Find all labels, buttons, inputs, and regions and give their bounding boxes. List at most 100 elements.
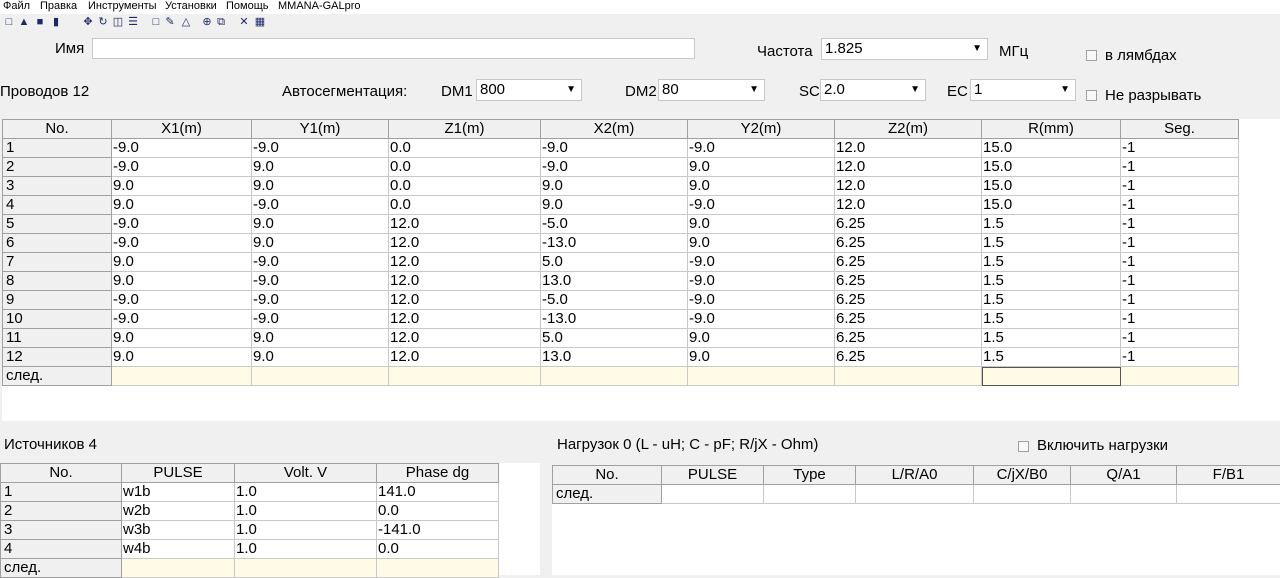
name-field[interactable] bbox=[92, 38, 695, 59]
row-number[interactable]: 10 bbox=[3, 310, 112, 329]
cell[interactable]: 12.0 bbox=[835, 158, 982, 177]
cell[interactable]: -1 bbox=[1121, 348, 1239, 367]
cell[interactable]: 5.0 bbox=[541, 329, 688, 348]
cell[interactable]: 141.0 bbox=[377, 483, 499, 502]
col-type[interactable]: Type bbox=[764, 466, 856, 485]
cell[interactable]: -9.0 bbox=[252, 291, 389, 310]
cell[interactable]: 6.25 bbox=[835, 272, 982, 291]
cell[interactable]: 1.0 bbox=[235, 483, 377, 502]
cell[interactable]: w2b bbox=[122, 502, 235, 521]
cell[interactable] bbox=[974, 485, 1071, 504]
cell[interactable]: 1.0 bbox=[235, 521, 377, 540]
row-number[interactable]: 2 bbox=[1, 502, 122, 521]
cell[interactable]: 6.25 bbox=[835, 291, 982, 310]
cell[interactable]: -1 bbox=[1121, 234, 1239, 253]
row-number[interactable]: 2 bbox=[3, 158, 112, 177]
col-no[interactable]: No. bbox=[1, 464, 122, 483]
cell[interactable]: 9.0 bbox=[541, 196, 688, 215]
cell[interactable]: -9.0 bbox=[112, 234, 252, 253]
cell[interactable]: 5.0 bbox=[541, 253, 688, 272]
copy-icon[interactable]: ◫ bbox=[112, 16, 124, 28]
cell[interactable]: 12.0 bbox=[835, 177, 982, 196]
col-x1[interactable]: X1(m) bbox=[112, 120, 252, 139]
menu-settings[interactable]: Установки bbox=[165, 0, 217, 13]
row-number[interactable]: 6 bbox=[3, 234, 112, 253]
cell[interactable]: 6.25 bbox=[835, 215, 982, 234]
cell[interactable]: 1.5 bbox=[982, 329, 1121, 348]
tools-icon[interactable]: ✕ bbox=[238, 16, 250, 28]
cell[interactable]: 9.0 bbox=[112, 177, 252, 196]
cell[interactable]: 15.0 bbox=[982, 139, 1121, 158]
menu-file[interactable]: Файл bbox=[3, 0, 30, 13]
rotate-icon[interactable]: ↻ bbox=[97, 16, 109, 28]
cell[interactable]: 6.25 bbox=[835, 329, 982, 348]
cell[interactable]: 9.0 bbox=[252, 215, 389, 234]
nobreak-checkbox[interactable] bbox=[1086, 90, 1097, 101]
cell[interactable]: 12.0 bbox=[389, 348, 541, 367]
edit-icon[interactable]: ✎ bbox=[164, 16, 176, 28]
cell[interactable] bbox=[688, 367, 835, 386]
cell[interactable]: 9.0 bbox=[252, 158, 389, 177]
cell[interactable]: -9.0 bbox=[112, 139, 252, 158]
col-volt[interactable]: Volt. V bbox=[235, 464, 377, 483]
row-number[interactable]: 4 bbox=[1, 540, 122, 559]
cell[interactable]: w1b bbox=[122, 483, 235, 502]
cell[interactable]: -9.0 bbox=[252, 310, 389, 329]
cell[interactable]: -1 bbox=[1121, 196, 1239, 215]
cell[interactable]: 1.5 bbox=[982, 348, 1121, 367]
col-fb1[interactable]: F/B1 bbox=[1177, 466, 1280, 485]
enable-loads-checkbox[interactable] bbox=[1018, 441, 1029, 452]
cell[interactable]: 1.5 bbox=[982, 272, 1121, 291]
cell[interactable]: 12.0 bbox=[389, 234, 541, 253]
cell[interactable]: -1 bbox=[1121, 310, 1239, 329]
cell[interactable]: -1 bbox=[1121, 272, 1239, 291]
cell[interactable]: 0.0 bbox=[377, 502, 499, 521]
col-cjxb0[interactable]: C/jX/B0 bbox=[974, 466, 1071, 485]
new-icon[interactable]: □ bbox=[3, 16, 15, 28]
cell[interactable]: 9.0 bbox=[541, 177, 688, 196]
cell[interactable]: -1 bbox=[1121, 158, 1239, 177]
col-qa1[interactable]: Q/A1 bbox=[1071, 466, 1177, 485]
list-icon[interactable]: ☰ bbox=[127, 16, 139, 28]
cell[interactable]: 0.0 bbox=[389, 196, 541, 215]
ec-select[interactable]: 1 ▼ bbox=[970, 79, 1076, 101]
cell[interactable]: 0.0 bbox=[389, 139, 541, 158]
cell[interactable]: 1.5 bbox=[982, 253, 1121, 272]
col-z1[interactable]: Z1(m) bbox=[389, 120, 541, 139]
cell[interactable] bbox=[1071, 485, 1177, 504]
menu-edit[interactable]: Правка bbox=[40, 0, 77, 13]
row-number[interactable]: 8 bbox=[3, 272, 112, 291]
cell[interactable]: 9.0 bbox=[112, 196, 252, 215]
cell[interactable]: -9.0 bbox=[688, 291, 835, 310]
row-number[interactable]: 3 bbox=[3, 177, 112, 196]
calculator-icon[interactable]: ▦ bbox=[254, 16, 266, 28]
save-icon[interactable]: ■ bbox=[34, 16, 46, 28]
menu-tools[interactable]: Инструменты bbox=[88, 0, 157, 13]
cell[interactable]: 13.0 bbox=[541, 348, 688, 367]
col-z2[interactable]: Z2(m) bbox=[835, 120, 982, 139]
cell[interactable]: 9.0 bbox=[688, 348, 835, 367]
cell[interactable]: -1 bbox=[1121, 291, 1239, 310]
info-icon[interactable]: ▮ bbox=[50, 16, 62, 28]
cell[interactable] bbox=[662, 485, 764, 504]
row-number[interactable]: 3 bbox=[1, 521, 122, 540]
cell[interactable] bbox=[1177, 485, 1280, 504]
col-y1[interactable]: Y1(m) bbox=[252, 120, 389, 139]
cell[interactable]: 12.0 bbox=[389, 329, 541, 348]
cell[interactable]: 6.25 bbox=[835, 253, 982, 272]
cell[interactable]: 9.0 bbox=[688, 215, 835, 234]
cell[interactable]: -1 bbox=[1121, 215, 1239, 234]
cell[interactable]: -9.0 bbox=[688, 196, 835, 215]
cell[interactable]: 12.0 bbox=[389, 215, 541, 234]
cell[interactable]: 9.0 bbox=[112, 348, 252, 367]
frequency-select[interactable]: 1.825 ▼ bbox=[821, 38, 988, 60]
cell[interactable]: 6.25 bbox=[835, 310, 982, 329]
page-icon[interactable]: □ bbox=[150, 16, 162, 28]
cell[interactable]: 1.0 bbox=[235, 540, 377, 559]
open-icon[interactable]: ▲ bbox=[18, 16, 30, 28]
cell[interactable]: -1 bbox=[1121, 139, 1239, 158]
cell[interactable] bbox=[541, 367, 688, 386]
cell[interactable]: 0.0 bbox=[377, 540, 499, 559]
cell[interactable]: -9.0 bbox=[252, 196, 389, 215]
cell[interactable]: -13.0 bbox=[541, 310, 688, 329]
